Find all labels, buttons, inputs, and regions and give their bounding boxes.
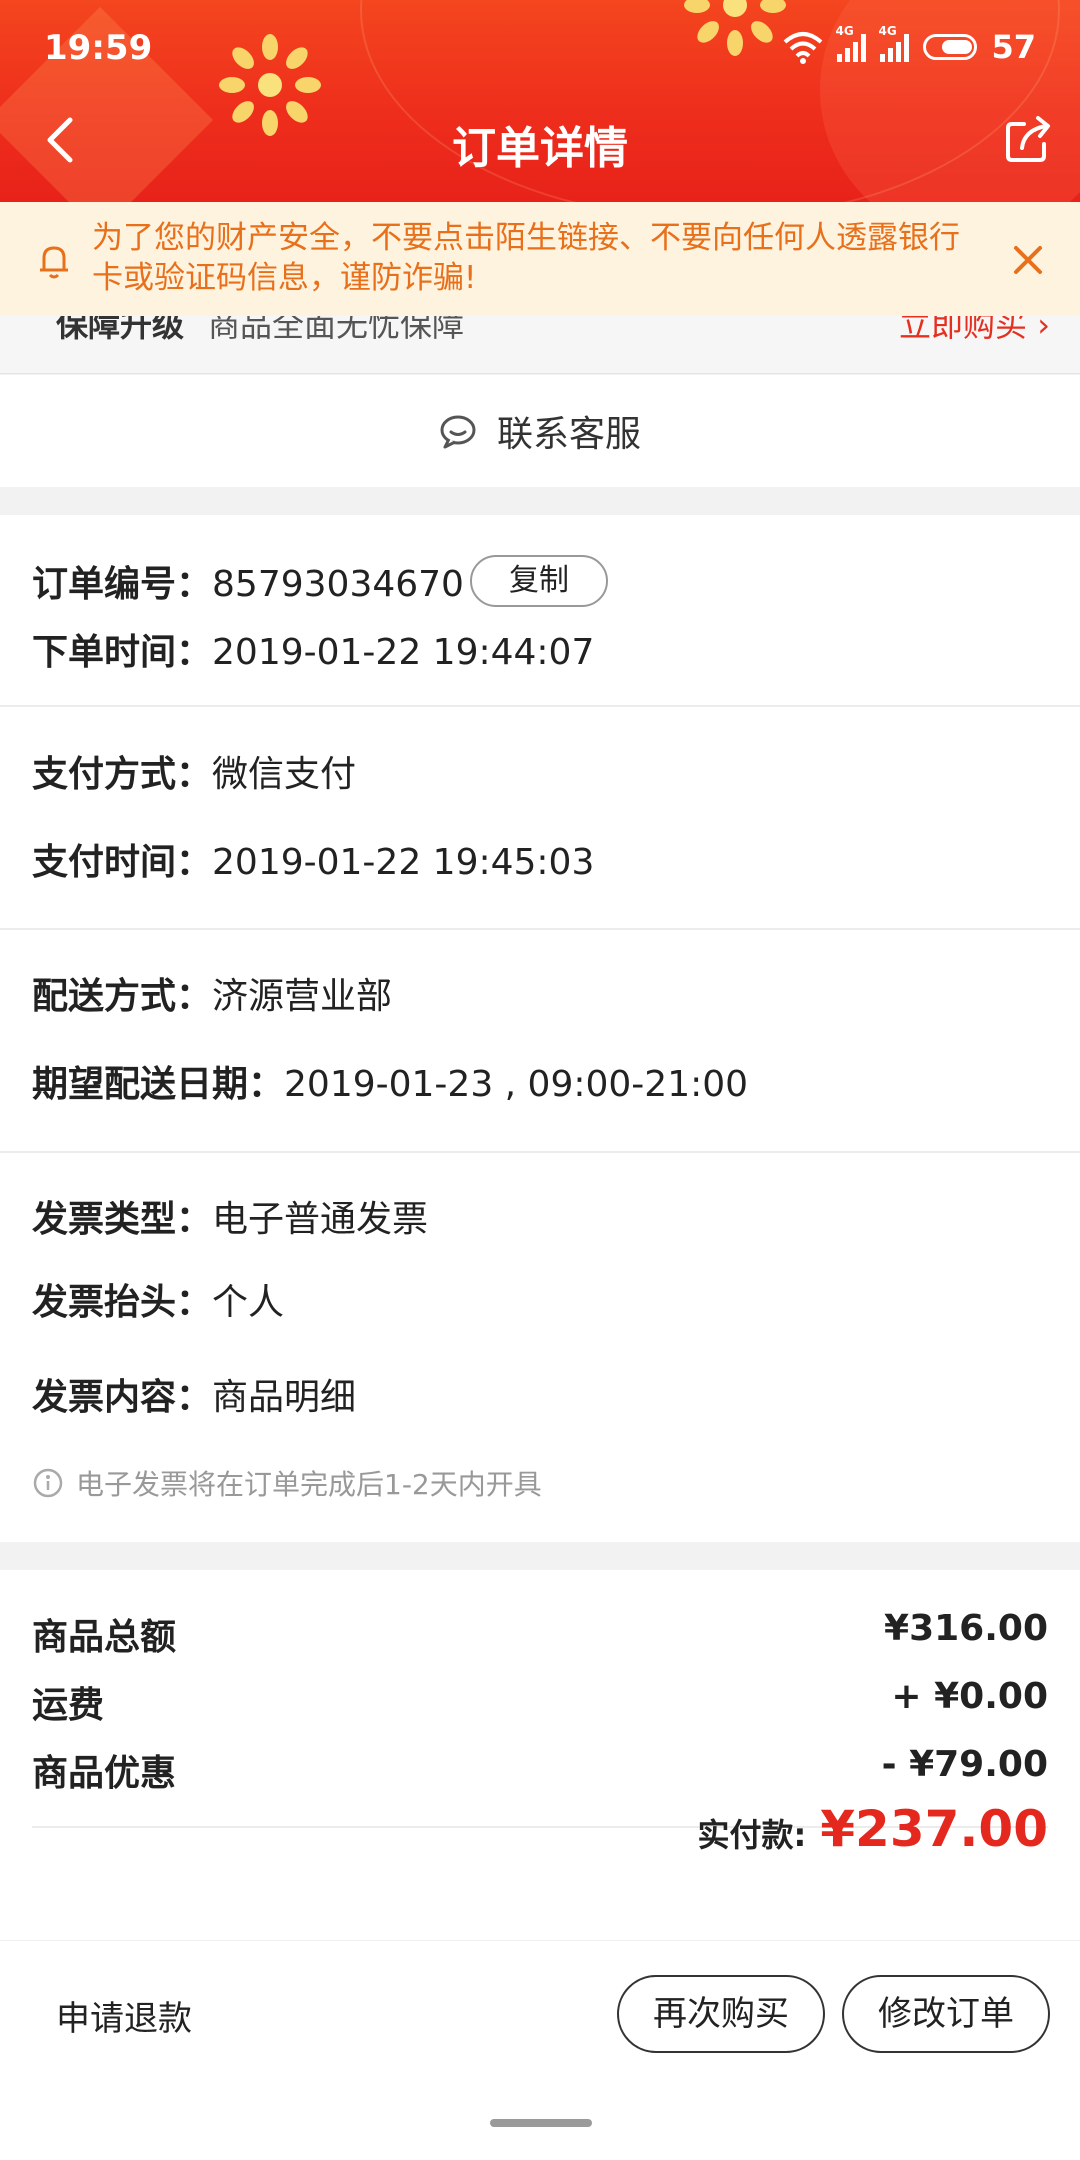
invoice-tip-text: 电子发票将在订单完成后1-2天内开具: [76, 1468, 542, 1501]
wifi-icon: [784, 32, 823, 64]
order-time-value: 2019-01-22 19:44:07: [212, 632, 595, 673]
payment-method-value: 微信支付: [212, 754, 357, 795]
discount-value: - ¥79.00: [881, 1744, 1048, 1785]
home-indicator[interactable]: [490, 2119, 592, 2127]
divider: [0, 928, 1080, 930]
shipping-row: 运费 + ¥0.00: [32, 1676, 1048, 1728]
total-label: 实付款:: [697, 1816, 807, 1854]
payment-time-label: 支付时间：: [32, 842, 213, 883]
delivery-method-value: 济源营业部: [212, 976, 393, 1017]
status-time: 19:59: [44, 28, 153, 68]
action-footer: 申请退款 再次购买 修改订单: [0, 1940, 1080, 2160]
refund-link[interactable]: 申请退款: [56, 1991, 192, 2040]
delivery-date-row: 期望配送日期：2019-01-23 , 09:00-21:00: [32, 1055, 748, 1107]
discount-row: 商品优惠 - ¥79.00: [32, 1744, 1048, 1796]
status-icons: 4G 4G 57: [783, 24, 1036, 66]
subtotal-row: 商品总额 ¥316.00: [32, 1608, 1048, 1660]
delivery-date-value: 2019-01-23 , 09:00-21:00: [284, 1064, 749, 1105]
warning-text: 为了您的财产安全，不要点击陌生链接、不要向任何人透露银行卡或验证码信息，谨防诈骗…: [92, 220, 960, 296]
cell-signal-icon: 4G: [878, 24, 910, 62]
bell-icon: [40, 246, 68, 279]
delivery-method-label: 配送方式：: [32, 976, 213, 1017]
delivery-method-row: 配送方式：济源营业部: [32, 967, 392, 1019]
shipping-label: 运费: [32, 1685, 105, 1726]
nav-bar: 订单详情: [0, 100, 1080, 180]
cell-signal-icon: 4G: [835, 24, 867, 62]
invoice-header-row: 发票抬头：个人: [32, 1273, 284, 1325]
order-number-label: 订单编号：: [32, 564, 213, 605]
fraud-warning-banner: 为了您的财产安全，不要点击陌生链接、不要向任何人透露银行卡或验证码信息，谨防诈骗…: [0, 202, 1080, 316]
share-icon[interactable]: [998, 110, 1058, 170]
invoice-tip: 电子发票将在订单完成后1-2天内开具: [32, 1463, 542, 1503]
order-number-row: 订单编号：85793034670: [32, 555, 464, 607]
subtotal-value: ¥316.00: [884, 1608, 1048, 1649]
order-info-card: 订单编号：85793034670 复制 下单时间：2019-01-22 19:4…: [0, 515, 1080, 1542]
battery-icon: [923, 34, 978, 60]
invoice-type-label: 发票类型：: [32, 1199, 213, 1240]
invoice-content-label: 发票内容：: [32, 1377, 213, 1418]
copy-button[interactable]: 复制: [470, 555, 608, 607]
info-icon: [33, 1468, 63, 1498]
invoice-type-row: 发票类型：电子普通发票: [32, 1190, 428, 1242]
payment-time-value: 2019-01-22 19:45:03: [212, 842, 595, 883]
chat-bubble-icon: [440, 415, 476, 449]
total-value: ¥237.00: [820, 1800, 1048, 1858]
invoice-header-value: 个人: [212, 1282, 285, 1323]
invoice-type-value: 电子普通发票: [212, 1199, 429, 1240]
contact-service-button[interactable]: 联系客服: [0, 375, 1080, 487]
contact-service-label: 联系客服: [496, 414, 641, 455]
discount-label: 商品优惠: [32, 1753, 177, 1794]
page-title: 订单详情: [452, 123, 628, 174]
header: 19:59 4G 4G 57 订单详情: [0, 0, 1080, 202]
subtotal-label: 商品总额: [32, 1617, 177, 1658]
invoice-content-value: 商品明细: [212, 1377, 357, 1418]
total-paid: 实付款: ¥237.00: [697, 1800, 1048, 1858]
modify-order-button[interactable]: 修改订单: [842, 1975, 1050, 2053]
order-time-label: 下单时间：: [32, 632, 213, 673]
delivery-date-label: 期望配送日期：: [32, 1064, 285, 1105]
payment-method-row: 支付方式：微信支付: [32, 745, 356, 797]
order-number-value: 85793034670: [212, 564, 464, 605]
invoice-header-label: 发票抬头：: [32, 1282, 213, 1323]
divider: [0, 705, 1080, 707]
invoice-content-row: 发票内容：商品明细: [32, 1368, 356, 1420]
price-summary-card: 商品总额 ¥316.00 运费 + ¥0.00 商品优惠 - ¥79.00: [0, 1570, 1080, 1940]
shipping-value: + ¥0.00: [891, 1676, 1048, 1717]
battery-level: 57: [991, 28, 1036, 66]
payment-time-row: 支付时间：2019-01-22 19:45:03: [32, 833, 594, 885]
order-time-row: 下单时间：2019-01-22 19:44:07: [32, 623, 594, 675]
divider: [0, 1151, 1080, 1153]
payment-method-label: 支付方式：: [32, 754, 213, 795]
status-bar: 19:59 4G 4G 57: [0, 22, 1080, 74]
rebuy-button[interactable]: 再次购买: [617, 1975, 825, 2053]
close-icon[interactable]: [1010, 242, 1046, 278]
